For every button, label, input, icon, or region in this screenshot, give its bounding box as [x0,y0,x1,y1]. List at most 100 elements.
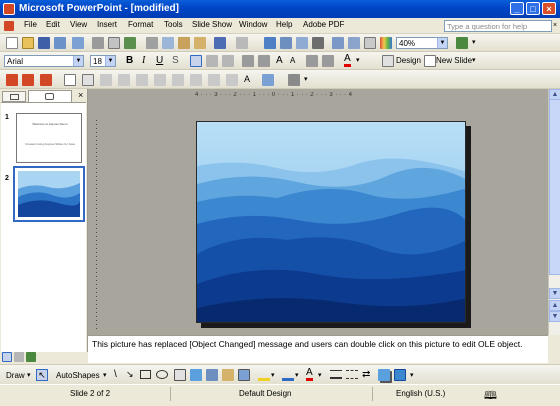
minimize-button[interactable]: _ [510,2,524,15]
normal-view-icon[interactable] [2,352,12,362]
chevron-down-icon[interactable]: ▾ [27,371,31,379]
spin-control-icon[interactable] [208,74,220,86]
draw-menu[interactable]: Draw [6,371,25,380]
tab-slides[interactable] [28,90,72,102]
chevron-down-icon[interactable]: ▾ [103,371,107,379]
chevron-down-icon[interactable]: ▾ [271,371,275,379]
spelling-status-icon[interactable]: 🕮 [484,387,497,406]
undo-icon[interactable] [214,37,226,49]
align-right-icon[interactable] [222,55,234,67]
option-control-icon[interactable] [136,74,148,86]
ask-question-box[interactable]: Type a question for help [444,20,552,32]
close-pane-icon[interactable]: × [78,90,83,100]
3d-style-icon[interactable] [394,369,406,381]
menu-view[interactable]: View [70,20,87,29]
image-control-icon[interactable] [262,74,274,86]
wordart-icon[interactable] [190,369,202,381]
clip-art-icon[interactable] [222,369,234,381]
button-control-icon[interactable] [118,74,130,86]
numbering-icon[interactable] [242,55,254,67]
new-icon[interactable] [6,37,18,49]
powerpoint-app-icon[interactable] [3,3,15,15]
show-grid-icon[interactable] [364,37,376,49]
toolbar-options-icon[interactable]: ▾ [304,75,308,83]
chevron-down-icon[interactable]: ▾ [318,371,322,379]
scrollbar-control-icon[interactable] [226,74,238,86]
mountain-picture[interactable] [197,122,466,323]
expand-all-icon[interactable] [332,37,344,49]
toolbar-options-icon[interactable]: ▾ [410,371,414,379]
toggle-control-icon[interactable] [190,74,202,86]
zoom-select[interactable]: 40% ▼ [396,37,448,49]
line-style-icon[interactable] [330,370,342,379]
diagram-icon[interactable] [206,369,218,381]
listbox-control-icon[interactable] [154,74,166,86]
scrollbar-thumb[interactable] [549,99,560,275]
chevron-down-icon[interactable]: ▾ [356,56,360,64]
slide-thumbnail-2[interactable] [13,166,85,222]
tables-and-borders-icon[interactable] [296,37,308,49]
chevron-down-icon[interactable]: ▾ [295,371,299,379]
shadow-icon[interactable]: S [172,55,179,66]
combobox-control-icon[interactable] [172,74,184,86]
menu-window[interactable]: Window [239,20,267,29]
show-formatting-icon[interactable] [348,37,360,49]
color-grayscale-icon[interactable] [380,37,392,49]
shadow-style-icon[interactable] [378,369,390,381]
chevron-down-icon[interactable]: ▼ [437,38,447,48]
close-document-icon[interactable]: × [553,22,557,29]
toolbar-options-icon[interactable]: ▾ [472,56,476,64]
redo-icon[interactable] [236,37,248,49]
slide-canvas[interactable] [196,121,466,323]
vertical-scrollbar[interactable]: ▲ ▼ ▲ ▼ [548,89,560,335]
increase-font-size-icon[interactable]: A [276,55,283,66]
menu-tools[interactable]: Tools [164,20,183,29]
slide-sorter-icon[interactable] [14,352,24,362]
new-slide-button[interactable]: New Slide [436,56,472,65]
permission-icon[interactable] [54,37,66,49]
chevron-down-icon[interactable]: ▼ [73,56,83,66]
pdf-icon[interactable] [6,74,18,86]
oval-icon[interactable] [156,370,168,379]
fill-color-icon[interactable] [258,369,270,381]
help-icon[interactable] [456,37,468,49]
design-button[interactable]: Design [396,56,421,65]
notes-pane[interactable]: This picture has replaced [Object Change… [88,335,548,363]
insert-table-icon[interactable] [280,37,292,49]
arrow-icon[interactable]: ↘ [126,369,134,380]
close-button[interactable]: × [542,2,556,15]
decrease-indent-icon[interactable] [306,55,318,67]
checkbox-control-icon[interactable] [100,74,112,86]
insert-chart-icon[interactable] [264,37,276,49]
format-painter-icon[interactable] [194,37,206,49]
print-icon[interactable] [92,37,104,49]
decrease-font-size-icon[interactable]: A [290,56,295,65]
arrow-style-icon[interactable]: ⇄ [362,369,370,380]
insert-text-box-icon[interactable] [64,74,76,86]
menu-edit[interactable]: Edit [46,20,60,29]
dash-style-icon[interactable] [346,370,358,379]
cut-icon[interactable] [146,37,158,49]
insert-picture-icon[interactable] [238,369,250,381]
paste-icon[interactable] [178,37,190,49]
slide-thumbnail-1[interactable]: Welcome to Aspose Demo Created using Asp… [16,113,82,163]
italic-icon[interactable]: I [142,55,145,66]
font-size-select[interactable]: 18 ▼ [90,55,116,67]
next-slide-icon[interactable]: ▼ [549,311,560,322]
font-color-icon[interactable]: A [344,54,351,67]
previous-slide-icon[interactable]: ▲ [549,300,560,311]
increase-indent-icon[interactable] [322,55,334,67]
menu-adobe-pdf[interactable]: Adobe PDF [303,20,344,29]
autoshapes-menu[interactable]: AutoShapes [56,371,100,380]
label-control-icon[interactable]: A [244,74,250,84]
line-icon[interactable]: \ [114,369,117,380]
tab-outline[interactable] [2,91,26,102]
email-icon[interactable] [72,37,84,49]
menu-file[interactable]: File [24,20,37,29]
rectangle-icon[interactable] [140,370,151,379]
pdf-email-icon[interactable] [22,74,34,86]
textbox-icon[interactable] [82,74,94,86]
underline-icon[interactable]: U [156,55,163,66]
align-left-icon[interactable] [190,55,202,67]
maximize-button[interactable]: □ [526,2,540,15]
